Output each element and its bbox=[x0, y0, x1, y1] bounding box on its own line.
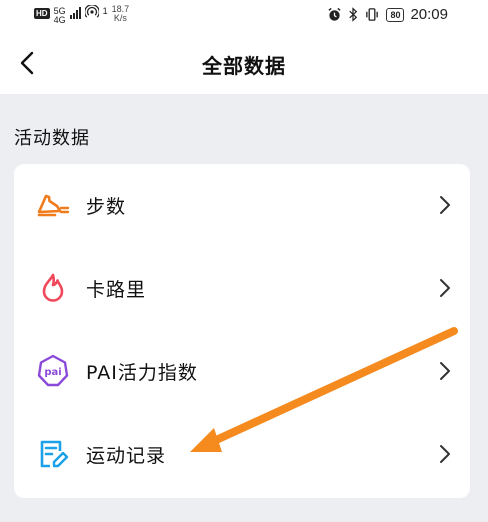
activity-data-card: 步数 卡路里 pai PAI活力指数 运动记录 bbox=[14, 164, 470, 498]
hd-badge: HD bbox=[34, 8, 50, 19]
chevron-right-icon bbox=[440, 279, 450, 297]
note-icon bbox=[40, 440, 69, 468]
pai-icon: pai bbox=[37, 354, 69, 387]
list-item-steps[interactable]: 步数 bbox=[14, 164, 470, 247]
hotspot-icon bbox=[84, 5, 99, 18]
battery-indicator: 80 bbox=[386, 7, 405, 22]
status-right: 80 20:09 bbox=[327, 6, 448, 23]
flame-icon bbox=[42, 273, 64, 302]
section-title: 活动数据 bbox=[14, 128, 90, 149]
chevron-right-icon bbox=[440, 362, 450, 380]
list-item-label: 步数 bbox=[86, 196, 127, 218]
shoe-icon bbox=[37, 194, 70, 217]
list-item-label: 卡路里 bbox=[86, 279, 147, 301]
clock: 20:09 bbox=[410, 6, 448, 23]
list-item-label: 运动记录 bbox=[86, 445, 167, 467]
top-bar: 全部数据 bbox=[0, 30, 488, 94]
network-type: 5G 4G bbox=[54, 7, 66, 25]
status-bar: HD 5G 4G 1 18.7 K/s 80 20:09 bbox=[0, 0, 488, 30]
list-item-pai[interactable]: pai PAI活力指数 bbox=[14, 330, 470, 413]
signal-icon bbox=[69, 7, 81, 19]
network-sub-label: 4G bbox=[53, 15, 66, 25]
page-title: 全部数据 bbox=[202, 54, 286, 78]
chevron-right-icon bbox=[440, 196, 450, 214]
list-item-calories[interactable]: 卡路里 bbox=[14, 247, 470, 330]
list-item-label: PAI活力指数 bbox=[86, 362, 198, 384]
list-item-workout-records[interactable]: 运动记录 bbox=[14, 413, 470, 496]
vibrate-icon bbox=[366, 8, 379, 21]
speed-unit: K/s bbox=[113, 13, 127, 23]
status-left: HD 5G 4G 1 18.7 K/s bbox=[34, 5, 129, 25]
chevron-right-icon bbox=[440, 445, 450, 463]
svg-text:pai: pai bbox=[44, 367, 61, 378]
network-speed: 18.7 K/s bbox=[112, 5, 130, 23]
hotspot-count: 1 bbox=[102, 6, 108, 16]
alarm-icon bbox=[328, 7, 342, 21]
bluetooth-icon bbox=[349, 7, 358, 22]
